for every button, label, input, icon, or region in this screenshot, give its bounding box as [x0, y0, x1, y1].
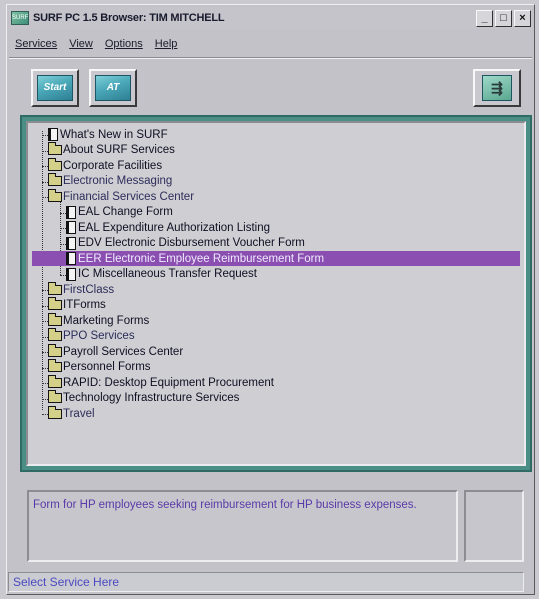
tree-item-label: About SURF Services: [63, 144, 175, 156]
folder-icon: [48, 374, 62, 388]
tree-item-label: EDV Electronic Disbursement Voucher Form: [78, 237, 305, 249]
tree-item-label: ITForms: [63, 299, 106, 311]
tree-item-label: FirstClass: [63, 283, 115, 296]
tree-item[interactable]: EAL Change Form: [66, 205, 173, 220]
document-icon: [48, 128, 58, 141]
tree-item-label: What's New in SURF: [60, 128, 168, 141]
folder-icon: [48, 188, 62, 202]
tree-item-label: EAL Expenditure Authorization Listing: [78, 221, 271, 234]
status-bar: Select Service Here: [8, 572, 524, 592]
start-button-label: Start: [37, 75, 73, 101]
start-button[interactable]: Start: [31, 69, 79, 107]
tree-item-label: Personnel Forms: [63, 361, 151, 373]
tree-item-label: Travel: [63, 407, 95, 420]
tree-item[interactable]: IC Miscellaneous Transfer Request: [66, 267, 257, 282]
exit-button[interactable]: ⇶: [473, 69, 521, 107]
maximize-button[interactable]: □: [495, 9, 512, 27]
app-logo-icon[interactable]: SURF: [11, 11, 29, 25]
tree-item[interactable]: RAPID: Desktop Equipment Procurement: [48, 374, 274, 390]
folder-icon: [48, 328, 62, 341]
menu-help[interactable]: Help: [155, 38, 178, 54]
document-icon: [66, 205, 76, 219]
tree-item[interactable]: Marketing Forms: [48, 312, 150, 328]
tree-item[interactable]: What's New in SURF: [48, 127, 168, 142]
close-button[interactable]: ×: [514, 9, 531, 27]
folder-icon: [48, 157, 62, 171]
tree-item[interactable]: FirstClass: [48, 281, 115, 297]
tree-item-label: Corporate Facilities: [63, 159, 163, 172]
folder-icon: [48, 297, 62, 310]
folder-icon: [48, 142, 62, 155]
document-icon: [66, 252, 76, 265]
tree-item[interactable]: Travel: [48, 405, 95, 421]
tree-item-label: PPO Services: [63, 330, 135, 342]
folder-icon: [48, 390, 62, 403]
menu-bar: Services View Options Help: [15, 38, 177, 54]
title-bar[interactable]: SURF SURF PC 1.5 Browser: TIM MITCHELL _…: [9, 7, 532, 29]
minimize-button[interactable]: _: [476, 9, 493, 27]
tree-item[interactable]: Payroll Services Center: [48, 343, 184, 359]
folder-icon: [48, 281, 62, 295]
description-side-panel: [464, 490, 524, 562]
toolbar-divider: [9, 57, 532, 59]
menu-view[interactable]: View: [69, 38, 93, 54]
tree-item[interactable]: Personnel Forms: [48, 359, 151, 375]
tree-item-label: EER Electronic Employee Reimbursement Fo…: [78, 252, 325, 265]
document-icon: [66, 267, 76, 281]
folder-icon: [48, 173, 62, 186]
tree-item-label: Electronic Messaging: [63, 175, 173, 187]
tree-item-label: Technology Infrastructure Services: [63, 392, 240, 404]
window-title: SURF PC 1.5 Browser: TIM MITCHELL: [33, 12, 225, 24]
document-icon: [66, 221, 76, 234]
tree-item[interactable]: Financial Services Center: [48, 188, 195, 204]
tree-item-label: RAPID: Desktop Equipment Procurement: [63, 376, 274, 389]
tree-item[interactable]: ITForms: [48, 297, 106, 313]
tree-item-label: Financial Services Center: [63, 190, 195, 203]
tree-item-label: EAL Change Form: [78, 206, 173, 218]
tree-item[interactable]: Electronic Messaging: [48, 173, 173, 189]
menu-options[interactable]: Options: [105, 38, 143, 54]
folder-icon: [48, 343, 62, 357]
exit-door-icon: ⇶: [482, 75, 512, 101]
window-controls: _ □ ×: [474, 9, 531, 27]
at-button[interactable]: AT: [89, 69, 137, 107]
at-button-label: AT: [95, 75, 131, 101]
document-icon: [66, 236, 76, 250]
tree-item-label: Marketing Forms: [63, 314, 150, 327]
menu-services[interactable]: Services: [15, 38, 57, 54]
tree-item[interactable]: About SURF Services: [48, 142, 175, 158]
tree-item[interactable]: EDV Electronic Disbursement Voucher Form: [66, 236, 305, 251]
tree-item[interactable]: PPO Services: [48, 328, 135, 344]
services-tree[interactable]: What's New in SURF About SURF Services Cor…: [26, 121, 526, 466]
tree-item[interactable]: EER Electronic Employee Reimbursement Fo…: [32, 251, 520, 266]
folder-icon: [48, 312, 62, 326]
tree-item[interactable]: EAL Expenditure Authorization Listing: [66, 220, 270, 235]
tree-item-label: Payroll Services Center: [63, 345, 184, 358]
folder-icon: [48, 405, 62, 419]
folder-icon: [48, 359, 62, 372]
services-tree-frame: What's New in SURF About SURF Services Cor…: [20, 115, 532, 472]
tree-item-label: IC Miscellaneous Transfer Request: [78, 268, 257, 280]
tree-item[interactable]: Corporate Facilities: [48, 157, 163, 173]
tree-item[interactable]: Technology Infrastructure Services: [48, 390, 240, 406]
service-description: Form for HP employees seeking reimbursem…: [27, 490, 458, 562]
